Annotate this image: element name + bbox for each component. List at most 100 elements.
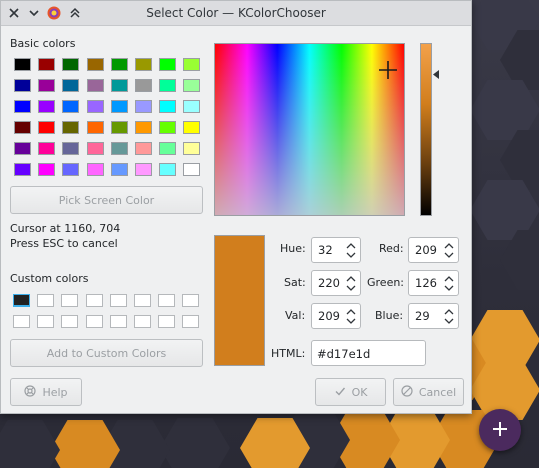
custom-color-swatch[interactable] xyxy=(37,294,55,307)
basic-color-swatch[interactable] xyxy=(38,142,56,155)
basic-color-swatch[interactable] xyxy=(135,121,152,134)
custom-color-swatch[interactable] xyxy=(109,294,127,307)
custom-color-swatch[interactable] xyxy=(134,315,151,328)
custom-color-swatch[interactable] xyxy=(13,294,30,307)
basic-color-swatch[interactable] xyxy=(135,100,152,113)
spin-up-icon[interactable] xyxy=(346,274,356,283)
basic-color-swatch[interactable] xyxy=(159,79,177,92)
basic-color-swatch[interactable] xyxy=(135,58,152,71)
custom-color-swatch[interactable] xyxy=(182,315,200,328)
spin-up-icon[interactable] xyxy=(444,307,454,316)
basic-color-swatch[interactable] xyxy=(183,163,201,176)
spin-down-icon[interactable] xyxy=(346,250,356,259)
basic-color-swatch[interactable] xyxy=(62,58,80,71)
basic-color-swatch[interactable] xyxy=(62,121,80,134)
red-spinbox[interactable]: 209 xyxy=(408,237,459,263)
basic-color-swatch[interactable] xyxy=(86,79,104,92)
hue-saturation-picker[interactable] xyxy=(214,43,405,216)
spin-down-icon[interactable] xyxy=(444,283,454,292)
cursor-position-text: Cursor at 1160, 704 xyxy=(10,222,121,235)
spin-up-icon[interactable] xyxy=(444,274,454,283)
basic-color-swatch[interactable] xyxy=(14,121,31,134)
html-color-input[interactable]: #d17e1d xyxy=(311,340,426,366)
sat-spinbox[interactable]: 220 xyxy=(311,270,361,296)
basic-color-swatch[interactable] xyxy=(38,58,56,71)
basic-color-swatch[interactable] xyxy=(62,142,80,155)
custom-color-swatch[interactable] xyxy=(134,294,151,307)
basic-color-swatch[interactable] xyxy=(183,100,201,113)
ok-button-label: OK xyxy=(351,385,368,399)
basic-color-swatch[interactable] xyxy=(14,142,31,155)
checkmark-icon xyxy=(334,385,346,400)
basic-color-swatch[interactable] xyxy=(38,121,56,134)
green-label: Green: xyxy=(367,276,405,289)
spin-down-icon[interactable] xyxy=(346,283,356,292)
basic-color-swatch[interactable] xyxy=(86,121,104,134)
basic-color-swatch[interactable] xyxy=(62,100,80,113)
basic-color-swatch[interactable] xyxy=(110,100,128,113)
basic-color-swatch[interactable] xyxy=(183,58,201,71)
custom-color-swatch[interactable] xyxy=(13,315,30,328)
cancel-button[interactable]: Cancel xyxy=(393,378,464,406)
help-icon xyxy=(24,384,37,400)
basic-color-swatch[interactable] xyxy=(183,142,201,155)
add-fab-button[interactable] xyxy=(479,409,521,451)
basic-color-swatch[interactable] xyxy=(110,121,128,134)
custom-color-swatch[interactable] xyxy=(85,294,103,307)
basic-color-swatch[interactable] xyxy=(110,79,128,92)
blue-spinbox[interactable]: 29 xyxy=(408,303,459,329)
spin-down-icon[interactable] xyxy=(346,316,356,325)
basic-color-swatch[interactable] xyxy=(62,79,80,92)
basic-color-swatch[interactable] xyxy=(159,58,177,71)
basic-color-swatch[interactable] xyxy=(135,142,152,155)
value-slider[interactable] xyxy=(420,43,432,216)
custom-color-swatch[interactable] xyxy=(158,294,176,307)
custom-color-swatch[interactable] xyxy=(109,315,127,328)
basic-color-swatch[interactable] xyxy=(86,142,104,155)
pick-screen-color-button[interactable]: Pick Screen Color xyxy=(10,186,203,214)
title-bar[interactable]: Select Color — KColorChooser xyxy=(1,1,471,26)
basic-color-swatch[interactable] xyxy=(159,121,177,134)
green-spinbox[interactable]: 126 xyxy=(408,270,459,296)
val-spinbox[interactable]: 209 xyxy=(311,303,361,329)
basic-color-swatch[interactable] xyxy=(135,163,152,176)
html-label: HTML: xyxy=(271,347,306,360)
basic-color-swatch[interactable] xyxy=(86,100,104,113)
custom-color-swatch[interactable] xyxy=(182,294,200,307)
basic-color-swatch[interactable] xyxy=(14,79,31,92)
basic-color-swatch[interactable] xyxy=(183,79,201,92)
add-to-custom-colors-button[interactable]: Add to Custom Colors xyxy=(10,339,203,367)
basic-color-swatch[interactable] xyxy=(159,100,177,113)
cancel-button-label: Cancel xyxy=(418,385,457,399)
custom-color-swatch[interactable] xyxy=(61,315,79,328)
basic-color-swatch[interactable] xyxy=(38,79,56,92)
spin-down-icon[interactable] xyxy=(444,250,454,259)
help-button[interactable]: Help xyxy=(10,378,82,406)
basic-color-swatch[interactable] xyxy=(86,163,104,176)
basic-color-swatch[interactable] xyxy=(62,163,80,176)
spin-up-icon[interactable] xyxy=(346,307,356,316)
basic-color-swatch[interactable] xyxy=(86,58,104,71)
spin-up-icon[interactable] xyxy=(444,241,454,250)
basic-color-swatch[interactable] xyxy=(183,121,201,134)
basic-color-swatch[interactable] xyxy=(38,163,56,176)
ok-button[interactable]: OK xyxy=(315,378,386,406)
basic-color-swatch[interactable] xyxy=(159,163,177,176)
basic-color-swatch[interactable] xyxy=(110,163,128,176)
custom-color-swatch[interactable] xyxy=(158,315,176,328)
custom-color-swatch[interactable] xyxy=(61,294,79,307)
basic-color-swatch[interactable] xyxy=(14,58,31,71)
basic-color-swatch[interactable] xyxy=(38,100,56,113)
spin-up-icon[interactable] xyxy=(346,241,356,250)
basic-color-swatch[interactable] xyxy=(159,142,177,155)
basic-color-swatch[interactable] xyxy=(110,58,128,71)
hue-spinbox[interactable]: 32 xyxy=(311,237,361,263)
basic-color-swatch[interactable] xyxy=(135,79,152,92)
basic-color-swatch[interactable] xyxy=(14,100,31,113)
basic-color-swatch[interactable] xyxy=(110,142,128,155)
spin-down-icon[interactable] xyxy=(444,316,454,325)
value-slider-arrow-icon[interactable] xyxy=(433,69,439,82)
basic-color-swatch[interactable] xyxy=(14,163,31,176)
custom-color-swatch[interactable] xyxy=(37,315,55,328)
custom-color-swatch[interactable] xyxy=(85,315,103,328)
